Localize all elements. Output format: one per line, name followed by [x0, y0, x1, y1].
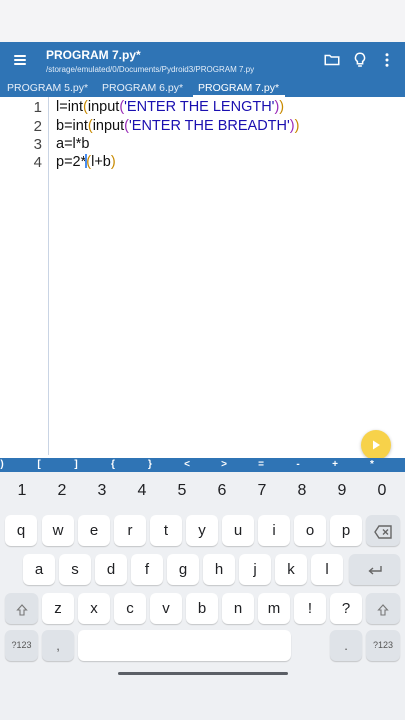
key-b[interactable]: b	[186, 593, 218, 624]
key-3[interactable]: 3	[87, 482, 117, 500]
key-q[interactable]: q	[5, 515, 37, 546]
period-key[interactable]: .	[330, 630, 362, 661]
status-bar	[0, 0, 405, 42]
line-number: 4	[33, 154, 42, 171]
key-y[interactable]: y	[186, 515, 218, 546]
shift-icon	[377, 603, 389, 616]
key-e[interactable]: e	[78, 515, 110, 546]
symbol-key[interactable]: )	[0, 459, 12, 470]
comma-key[interactable]: ,	[42, 630, 74, 661]
key-1[interactable]: 1	[7, 482, 37, 500]
key-m[interactable]: m	[258, 593, 290, 624]
enter-icon	[367, 565, 382, 575]
line-number: 1	[33, 99, 42, 116]
code-text[interactable]: a=l*b	[56, 136, 89, 152]
shift-key-right[interactable]	[366, 593, 400, 624]
key-question[interactable]: ?	[330, 593, 362, 624]
file-title: PROGRAM 7.py*	[46, 48, 141, 62]
symbol-key[interactable]: =	[251, 459, 271, 470]
key-z[interactable]: z	[42, 593, 74, 624]
key-p[interactable]: p	[330, 515, 362, 546]
symbol-key[interactable]: +	[325, 459, 345, 470]
key-exclamation[interactable]: !	[294, 593, 326, 624]
key-i[interactable]: i	[258, 515, 290, 546]
file-path: /storage/emulated/0/Documents/Pydroid3/P…	[46, 65, 255, 74]
backspace-icon	[374, 524, 392, 539]
folder-icon[interactable]	[323, 51, 341, 69]
key-t[interactable]: t	[150, 515, 182, 546]
code-editor[interactable]: 1 l=int(input('ENTER THE LENGTH')) 2 b=i…	[0, 97, 405, 455]
key-k[interactable]: k	[275, 554, 307, 585]
key-j[interactable]: j	[239, 554, 271, 585]
gesture-handle[interactable]	[118, 672, 288, 675]
file-tabs: PROGRAM 5.py* PROGRAM 6.py* PROGRAM 7.py…	[0, 80, 405, 97]
code-text[interactable]: b=int(input('ENTER THE BREADTH'))	[56, 118, 299, 134]
soft-keyboard: 1 2 3 4 5 6 7 8 9 0 q w e r t y u i o p …	[0, 472, 405, 720]
key-d[interactable]: d	[95, 554, 127, 585]
symbols-key[interactable]: ?123	[5, 630, 38, 661]
key-s[interactable]: s	[59, 554, 91, 585]
code-line: 2 b=int(input('ENTER THE BREADTH'))	[0, 118, 405, 136]
key-c[interactable]: c	[114, 593, 146, 624]
key-h[interactable]: h	[203, 554, 235, 585]
key-0[interactable]: 0	[367, 482, 397, 500]
key-4[interactable]: 4	[127, 482, 157, 500]
menu-icon[interactable]	[14, 55, 26, 65]
code-line: 4 p=2*(l+b)	[0, 154, 405, 172]
key-f[interactable]: f	[131, 554, 163, 585]
key-2[interactable]: 2	[47, 482, 77, 500]
symbol-bar: ) [ ] { } < > = - + *	[0, 458, 405, 472]
symbol-key[interactable]: <	[177, 459, 197, 470]
screen: PROGRAM 7.py* /storage/emulated/0/Docume…	[0, 0, 405, 720]
symbol-key[interactable]: {	[103, 459, 123, 470]
key-r[interactable]: r	[114, 515, 146, 546]
key-u[interactable]: u	[222, 515, 254, 546]
enter-key[interactable]	[349, 554, 400, 585]
key-7[interactable]: 7	[247, 482, 277, 500]
key-8[interactable]: 8	[287, 482, 317, 500]
key-l[interactable]: l	[311, 554, 343, 585]
symbol-key[interactable]: }	[140, 459, 160, 470]
line-number: 3	[33, 136, 42, 153]
key-w[interactable]: w	[42, 515, 74, 546]
run-button[interactable]	[361, 430, 391, 460]
key-a[interactable]: a	[23, 554, 55, 585]
code-line: 1 l=int(input('ENTER THE LENGTH'))	[0, 99, 405, 117]
symbol-key[interactable]: >	[214, 459, 234, 470]
tab-program-7[interactable]: PROGRAM 7.py*	[198, 82, 279, 94]
play-icon	[373, 440, 380, 450]
symbol-key[interactable]: [	[29, 459, 49, 470]
tab-program-6[interactable]: PROGRAM 6.py*	[102, 82, 183, 94]
code-text[interactable]: p=2*(l+b)	[56, 154, 116, 170]
more-vert-icon[interactable]	[378, 51, 396, 69]
key-g[interactable]: g	[167, 554, 199, 585]
backspace-key[interactable]	[366, 515, 400, 546]
key-x[interactable]: x	[78, 593, 110, 624]
navigation-bar	[0, 672, 405, 720]
tab-program-5[interactable]: PROGRAM 5.py*	[7, 82, 88, 94]
shift-icon	[15, 603, 28, 616]
line-number: 2	[33, 118, 42, 135]
key-5[interactable]: 5	[167, 482, 197, 500]
code-text[interactable]: l=int(input('ENTER THE LENGTH'))	[56, 99, 284, 115]
symbol-key[interactable]: *	[362, 459, 382, 470]
code-line: 3 a=l*b	[0, 136, 405, 154]
symbol-key[interactable]: ]	[66, 459, 86, 470]
app-bar: PROGRAM 7.py* /storage/emulated/0/Docume…	[0, 42, 405, 80]
key-v[interactable]: v	[150, 593, 182, 624]
key-o[interactable]: o	[294, 515, 326, 546]
symbols-key-right[interactable]: ?123	[366, 630, 400, 661]
key-9[interactable]: 9	[327, 482, 357, 500]
key-6[interactable]: 6	[207, 482, 237, 500]
space-bar[interactable]	[78, 630, 291, 661]
lightbulb-icon[interactable]	[351, 51, 369, 69]
key-n[interactable]: n	[222, 593, 254, 624]
symbol-key[interactable]: -	[288, 459, 308, 470]
shift-key-left[interactable]	[5, 593, 38, 624]
